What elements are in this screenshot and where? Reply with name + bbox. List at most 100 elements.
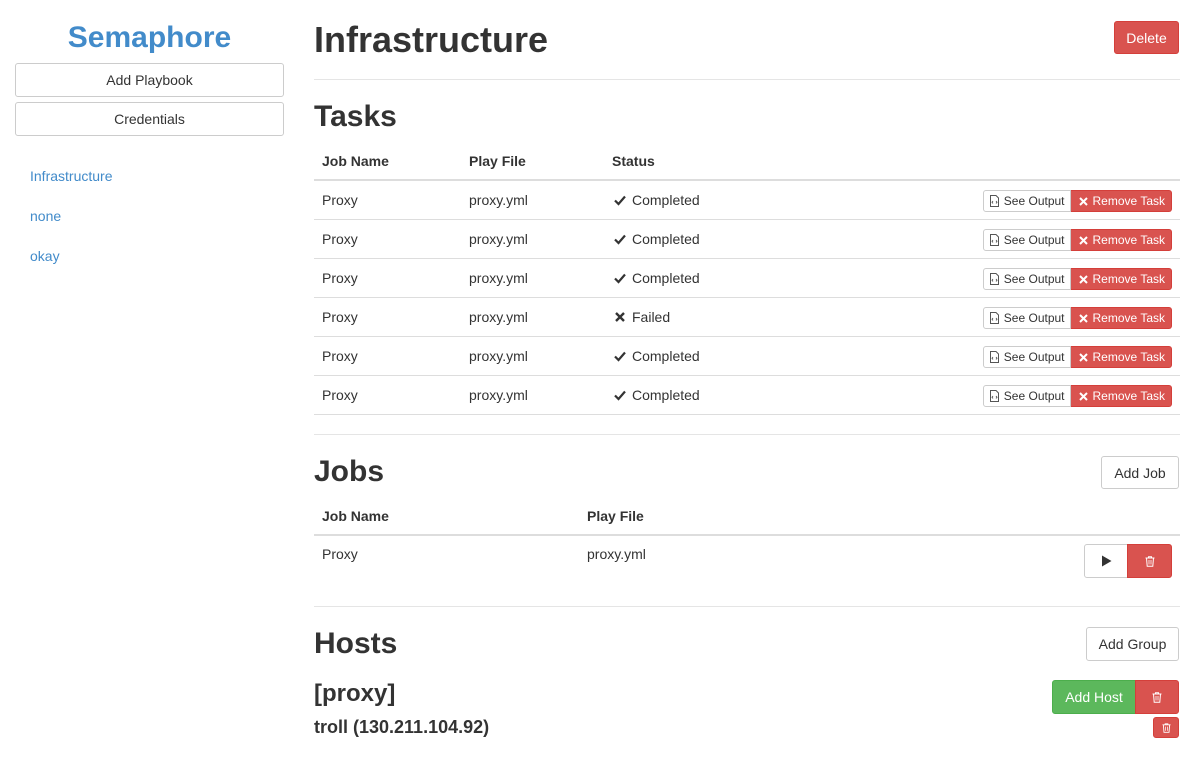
task-status: Failed (614, 307, 670, 327)
jobs-heading: Jobs (314, 455, 385, 488)
sidebar-item-infrastructure[interactable]: Infrastructure (30, 166, 112, 186)
add-job-button[interactable]: Add Job (1101, 456, 1179, 489)
task-job-name: Proxy (322, 348, 358, 364)
task-job-name: Proxy (322, 231, 358, 247)
play-icon (1101, 555, 1111, 567)
task-row: Proxy proxy.yml Failed See Output Remove… (314, 298, 1180, 337)
file-code-icon (989, 312, 999, 324)
task-status-text: Completed (632, 387, 700, 403)
check-icon (614, 390, 626, 401)
job-row: Proxy proxy.yml (314, 536, 1180, 578)
file-code-icon (989, 390, 999, 402)
remove-task-label: Remove Task (1092, 311, 1165, 325)
trash-icon (1145, 555, 1154, 567)
host-group-title: [proxy] (314, 680, 396, 707)
remove-task-button[interactable]: Remove Task (1070, 190, 1172, 212)
remove-task-label: Remove Task (1092, 194, 1165, 208)
see-output-label: See Output (1003, 311, 1065, 325)
see-output-label: See Output (1003, 272, 1065, 286)
tasks-col-play-file: Play File (469, 153, 526, 169)
host-entry: troll (130.211.104.92) (314, 717, 490, 737)
task-status: Completed (614, 268, 700, 288)
brand-title[interactable]: Semaphore (15, 18, 284, 58)
jobs-col-job-name: Job Name (322, 508, 389, 524)
task-play-file: proxy.yml (469, 309, 528, 325)
job-name: Proxy (322, 546, 358, 562)
hosts-heading: Hosts (314, 627, 398, 660)
sidebar-item-okay[interactable]: okay (30, 246, 60, 266)
remove-task-button[interactable]: Remove Task (1070, 268, 1172, 290)
trash-icon (1161, 722, 1171, 733)
check-icon (614, 273, 626, 284)
remove-task-button[interactable]: Remove Task (1070, 229, 1172, 251)
tasks-col-job-name: Job Name (322, 153, 389, 169)
add-group-button[interactable]: Add Group (1086, 627, 1179, 661)
task-job-name: Proxy (322, 192, 358, 208)
see-output-button[interactable]: See Output (982, 229, 1071, 251)
task-play-file: proxy.yml (469, 192, 528, 208)
remove-task-label: Remove Task (1092, 272, 1165, 286)
task-actions: See Output Remove Task (982, 346, 1172, 368)
delete-job-button[interactable] (1127, 544, 1172, 578)
credentials-button[interactable]: Credentials (15, 102, 284, 136)
see-output-button[interactable]: See Output (982, 268, 1071, 290)
sidebar: Semaphore Add Playbook Credentials Infra… (0, 0, 300, 761)
sidebar-item-none[interactable]: none (30, 206, 61, 226)
x-icon (1078, 235, 1088, 245)
see-output-button[interactable]: See Output (982, 346, 1071, 368)
check-icon (614, 195, 626, 206)
task-job-name: Proxy (322, 309, 358, 325)
task-play-file: proxy.yml (469, 270, 528, 286)
remove-task-button[interactable]: Remove Task (1070, 385, 1172, 407)
trash-icon (1152, 691, 1162, 703)
see-output-button[interactable]: See Output (982, 190, 1071, 212)
see-output-button[interactable]: See Output (982, 307, 1071, 329)
task-row: Proxy proxy.yml Completed See Output Rem… (314, 337, 1180, 376)
divider (314, 434, 1180, 435)
delete-group-button[interactable] (1135, 680, 1179, 714)
file-code-icon (989, 273, 999, 285)
task-status: Completed (614, 190, 700, 210)
x-icon (1078, 274, 1088, 284)
task-play-file: proxy.yml (469, 348, 528, 364)
remove-task-button[interactable]: Remove Task (1070, 307, 1172, 329)
add-host-button[interactable]: Add Host (1052, 680, 1136, 714)
see-output-label: See Output (1003, 389, 1065, 403)
x-icon (1078, 196, 1088, 206)
add-playbook-button[interactable]: Add Playbook (15, 63, 284, 97)
task-row: Proxy proxy.yml Completed See Output Rem… (314, 259, 1180, 298)
task-status: Completed (614, 229, 700, 249)
check-icon (614, 234, 626, 245)
tasks-col-status: Status (612, 153, 655, 169)
task-status-text: Failed (632, 309, 671, 325)
task-row: Proxy proxy.yml Completed See Output Rem… (314, 181, 1180, 220)
task-actions: See Output Remove Task (982, 385, 1172, 407)
delete-project-button[interactable]: Delete (1114, 21, 1179, 54)
x-icon (1078, 352, 1088, 362)
main-content: Infrastructure Delete Tasks Job Name Pla… (314, 0, 1180, 761)
remove-task-label: Remove Task (1092, 233, 1165, 247)
run-job-button[interactable] (1084, 544, 1128, 578)
x-icon (1078, 313, 1088, 323)
task-status: Completed (614, 346, 700, 366)
see-output-label: See Output (1003, 194, 1065, 208)
delete-host-button[interactable] (1153, 717, 1179, 738)
job-play-file: proxy.yml (587, 546, 646, 562)
tasks-heading: Tasks (314, 100, 397, 133)
divider (314, 606, 1180, 607)
task-job-name: Proxy (322, 270, 358, 286)
task-status-text: Completed (632, 231, 700, 247)
file-code-icon (989, 351, 999, 363)
remove-task-button[interactable]: Remove Task (1070, 346, 1172, 368)
remove-task-label: Remove Task (1092, 389, 1165, 403)
x-icon (1078, 391, 1088, 401)
task-row: Proxy proxy.yml Completed See Output Rem… (314, 376, 1180, 415)
see-output-button[interactable]: See Output (982, 385, 1071, 407)
task-play-file: proxy.yml (469, 387, 528, 403)
x-icon (615, 312, 625, 322)
task-actions: See Output Remove Task (982, 190, 1172, 212)
task-play-file: proxy.yml (469, 231, 528, 247)
task-row: Proxy proxy.yml Completed See Output Rem… (314, 220, 1180, 259)
file-code-icon (989, 234, 999, 246)
check-icon (614, 351, 626, 362)
